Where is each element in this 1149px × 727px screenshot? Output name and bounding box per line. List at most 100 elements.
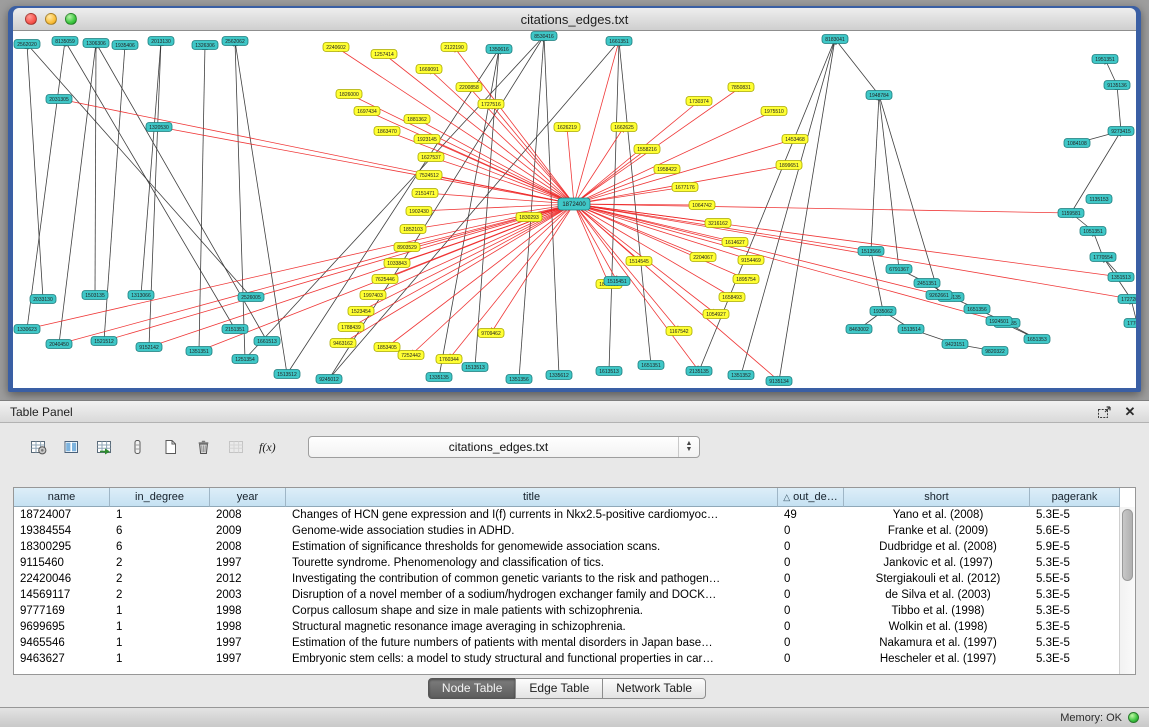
table-cell[interactable]: 5.3E-5 [1030, 651, 1120, 667]
network-node[interactable]: 1159581 [1058, 209, 1084, 218]
table-cell[interactable]: Changes of HCN gene expression and I(f) … [286, 507, 778, 523]
table-cell[interactable]: 0 [778, 539, 844, 555]
table-cell[interactable]: 5.9E-5 [1030, 539, 1120, 555]
table-cell[interactable]: 9699695 [14, 619, 110, 635]
network-node[interactable]: 9820322 [982, 347, 1008, 356]
table-cell[interactable]: 1997 [210, 635, 286, 651]
network-node[interactable]: 1503135 [82, 291, 108, 300]
table-row[interactable]: 977716911998Corpus callosum shape and si… [14, 603, 1120, 619]
network-edge[interactable] [349, 94, 574, 204]
network-node[interactable]: 9423151 [942, 340, 968, 349]
network-window-titlebar[interactable]: citations_edges.txt [13, 8, 1136, 31]
column-header-short[interactable]: short [844, 488, 1030, 507]
network-edge[interactable] [879, 95, 899, 269]
network-node[interactable]: 1514545 [626, 257, 652, 266]
network-node[interactable]: 2135135 [686, 367, 712, 376]
table-row[interactable]: 911546021997Tourette syndrome. Phenomeno… [14, 555, 1120, 571]
column-header-pagerank[interactable]: pagerank [1030, 488, 1120, 507]
network-edge[interactable] [27, 44, 251, 297]
combobox-stepper-icon[interactable]: ▲▼ [678, 437, 699, 457]
network-node[interactable]: 8183041 [822, 35, 848, 44]
network-node[interactable]: 1948784 [866, 91, 892, 100]
network-node[interactable]: 1826000 [336, 90, 362, 99]
network-node[interactable]: 8135059 [52, 37, 78, 46]
network-edge[interactable] [427, 139, 574, 204]
network-node[interactable]: 1521512 [91, 337, 117, 346]
table-selector-combobox[interactable]: citations_edges.txt ▲▼ [308, 436, 700, 458]
network-node[interactable]: 9262661 [926, 291, 952, 300]
table-cell[interactable]: Stergiakouli et al. (2012) [844, 571, 1030, 587]
table-cell[interactable]: 18300295 [14, 539, 110, 555]
network-edge[interactable] [95, 43, 96, 295]
table-cell[interactable]: 0 [778, 571, 844, 587]
table-row[interactable]: 2242004622012Investigating the contribut… [14, 571, 1120, 587]
network-node[interactable]: 9273415 [1108, 127, 1134, 136]
network-node[interactable]: 1923145 [414, 135, 440, 144]
table-cell[interactable]: 1997 [210, 555, 286, 571]
network-node[interactable]: 9709462 [478, 329, 504, 338]
table-cell[interactable]: Genome-wide association studies in ADHD. [286, 523, 778, 539]
network-edge[interactable] [439, 49, 499, 377]
table-cell[interactable]: Franke et al. (2009) [844, 523, 1030, 539]
network-edge[interactable] [871, 95, 879, 251]
network-node[interactable]: 1064742 [689, 201, 715, 210]
delete-table-icon[interactable] [191, 436, 215, 458]
table-cell[interactable]: 5.3E-5 [1030, 635, 1120, 651]
network-node[interactable]: 1627537 [418, 153, 444, 162]
network-node[interactable]: 1351356 [506, 375, 532, 384]
table-cell[interactable]: 18724007 [14, 507, 110, 523]
table-cell[interactable]: Hescheler et al. (1997) [844, 651, 1030, 667]
table-cell[interactable]: 5.3E-5 [1030, 603, 1120, 619]
table-cell[interactable]: Estimation of the future numbers of pati… [286, 635, 778, 651]
network-node[interactable]: 1853405 [374, 343, 400, 352]
network-node[interactable]: 1788439 [338, 323, 364, 332]
column-visibility-icon[interactable] [59, 436, 83, 458]
table-row[interactable]: 1456911722003Disruption of a novel membe… [14, 587, 1120, 603]
network-node[interactable]: 8530416 [531, 32, 557, 41]
network-node[interactable]: 1453468 [782, 135, 808, 144]
table-cell[interactable]: 9465546 [14, 635, 110, 651]
network-edge[interactable] [104, 204, 574, 341]
network-edge[interactable] [574, 204, 1131, 299]
network-node[interactable]: 2204067 [690, 253, 716, 262]
network-node[interactable]: 2526005 [238, 293, 264, 302]
table-cell[interactable]: 2009 [210, 523, 286, 539]
network-node[interactable]: 9463162 [330, 339, 356, 348]
network-node[interactable]: 1084108 [1064, 139, 1090, 148]
table-cell[interactable]: Dudbridge et al. (2008) [844, 539, 1030, 555]
table-cell[interactable]: 2 [110, 555, 210, 571]
table-cell[interactable]: 6 [110, 539, 210, 555]
table-cell[interactable]: 22420046 [14, 571, 110, 587]
table-cell[interactable]: de Silva et al. (2003) [844, 587, 1030, 603]
network-node[interactable]: 1033843 [384, 259, 410, 268]
network-edge[interactable] [59, 99, 574, 204]
network-edge[interactable] [425, 193, 574, 204]
table-cell[interactable]: 5.5E-5 [1030, 571, 1120, 587]
table-cell[interactable]: 0 [778, 555, 844, 571]
network-node[interactable]: 1326306 [192, 41, 218, 50]
network-node[interactable]: 1054927 [703, 310, 729, 319]
close-window-button[interactable] [25, 13, 37, 25]
column-header-title[interactable]: title [286, 488, 778, 507]
table-cell[interactable]: 14569117 [14, 587, 110, 603]
table-cell[interactable]: 1 [110, 619, 210, 635]
network-node[interactable]: 1730374 [686, 97, 712, 106]
table-cell[interactable]: 5.3E-5 [1030, 587, 1120, 603]
table-cell[interactable]: 2008 [210, 507, 286, 523]
network-edge[interactable] [574, 204, 1121, 277]
network-node[interactable]: 1513514 [898, 325, 924, 334]
column-header-name[interactable]: name [14, 488, 110, 507]
network-node[interactable]: 1975510 [761, 107, 787, 116]
network-node[interactable]: 2562062 [222, 37, 248, 46]
table-cell[interactable]: 5.6E-5 [1030, 523, 1120, 539]
network-node[interactable]: 1251354 [232, 355, 258, 364]
network-node[interactable]: 1351351 [186, 347, 212, 356]
table-row[interactable]: 969969511998Structural magnetic resonanc… [14, 619, 1120, 635]
network-node[interactable]: 2240602 [323, 43, 349, 52]
network-node[interactable]: 1997403 [360, 291, 386, 300]
network-node[interactable]: 1661351 [606, 37, 632, 46]
table-cell[interactable]: 2012 [210, 571, 286, 587]
network-edge[interactable] [574, 187, 685, 204]
network-node[interactable]: 7252442 [398, 351, 424, 360]
network-node[interactable]: 1613513 [596, 367, 622, 376]
